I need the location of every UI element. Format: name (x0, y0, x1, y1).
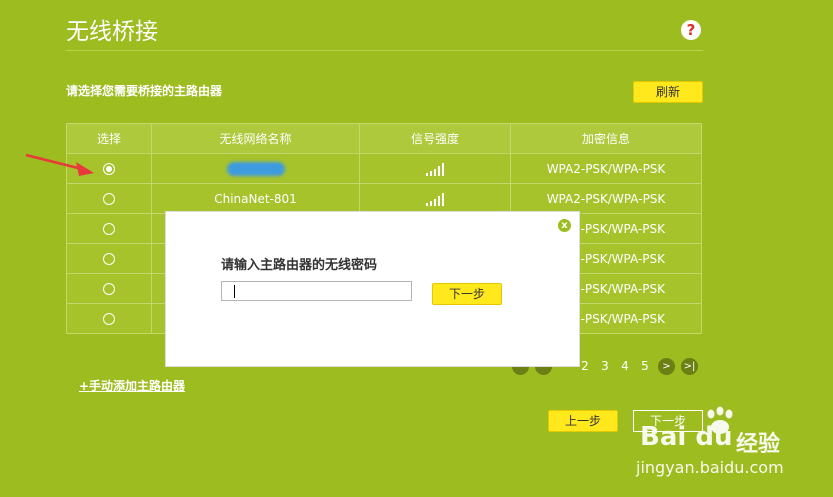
header-security: 加密信息 (510, 123, 702, 154)
page-title: 无线桥接 (66, 19, 158, 45)
radio-button-selected[interactable] (103, 163, 115, 175)
help-icon[interactable]: ? (681, 20, 701, 40)
radio-button[interactable] (103, 313, 115, 325)
select-cell[interactable] (66, 243, 152, 274)
ssid-cell (151, 153, 360, 184)
manual-add-router-link[interactable]: +手动添加主路由器 (79, 377, 185, 394)
header-select: 选择 (66, 123, 152, 154)
signal-strength-icon (426, 192, 444, 206)
radio-button[interactable] (103, 253, 115, 265)
next-page-icon[interactable]: > (658, 357, 675, 375)
refresh-button[interactable]: 刷新 (633, 81, 703, 103)
page-number[interactable]: 3 (598, 359, 612, 373)
back-button[interactable]: 上一步 (548, 410, 618, 432)
radio-button[interactable] (103, 223, 115, 235)
header-signal: 信号强度 (359, 123, 511, 154)
title-divider (66, 50, 703, 51)
section-subtitle: 请选择您需要桥接的主路由器 (66, 84, 223, 98)
select-cell[interactable] (66, 183, 152, 214)
page-number[interactable]: 4 (618, 359, 632, 373)
header-ssid: 无线网络名称 (151, 123, 360, 154)
security-cell: WPA2-PSK/WPA-PSK (510, 183, 702, 214)
watermark-jingyan-text: 经验 (736, 432, 781, 457)
signal-cell (359, 183, 511, 214)
dialog-next-button[interactable]: 下一步 (432, 283, 502, 305)
table-row[interactable]: WPA2-PSK/WPA-PSK (66, 153, 702, 184)
security-cell: WPA2-PSK/WPA-PSK (510, 153, 702, 184)
select-cell[interactable] (66, 273, 152, 304)
page-number[interactable]: 5 (638, 359, 652, 373)
password-prompt-label: 请输入主路由器的无线密码 (221, 258, 378, 273)
select-cell[interactable] (66, 303, 152, 334)
text-cursor (234, 285, 235, 298)
watermark-url: jingyan.baidu.com (636, 458, 784, 477)
last-page-icon[interactable]: >| (681, 357, 698, 375)
radio-button[interactable] (103, 283, 115, 295)
radio-button[interactable] (103, 193, 115, 205)
page-number[interactable]: 2 (578, 359, 592, 373)
select-cell[interactable] (66, 213, 152, 244)
table-row[interactable]: ChinaNet-801 WPA2-PSK/WPA-PSK (66, 183, 702, 214)
watermark-logo-text: Bai du (640, 422, 733, 452)
redacted-ssid (226, 161, 285, 176)
ssid-cell: ChinaNet-801 (151, 183, 360, 214)
red-arrow-annotation (25, 153, 94, 176)
table-header-row: 选择 无线网络名称 信号强度 加密信息 (66, 123, 702, 154)
baidu-jingyan-watermark: Bai du 经验 jingyan.baidu.com (636, 404, 832, 484)
close-icon[interactable]: x (558, 219, 571, 232)
password-dialog: x 请输入主路由器的无线密码 下一步 (165, 211, 580, 367)
signal-strength-icon (426, 162, 444, 176)
password-input[interactable] (221, 281, 412, 301)
signal-cell (359, 153, 511, 184)
